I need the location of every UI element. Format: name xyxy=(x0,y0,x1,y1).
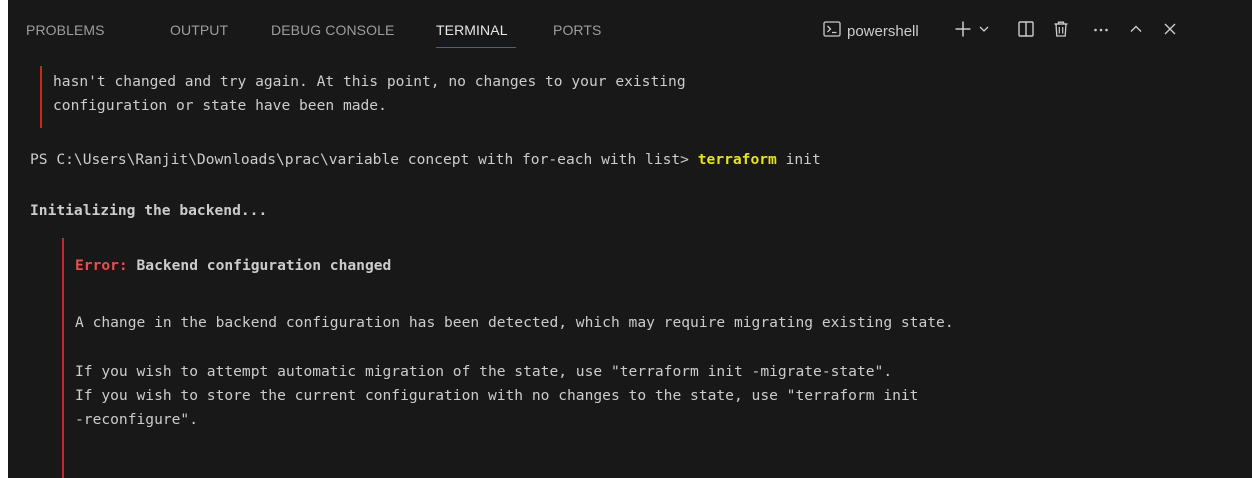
close-panel-button[interactable] xyxy=(1159,14,1181,48)
terminal-line: hasn't changed and try again. At this po… xyxy=(53,73,686,90)
new-terminal-button[interactable] xyxy=(952,14,974,48)
error-heading: Error: Backend configuration changed xyxy=(75,255,391,277)
tab-output[interactable]: OUTPUT xyxy=(170,22,228,38)
terminal-line: If you wish to attempt automatic migrati… xyxy=(75,363,893,380)
error-marker-bar xyxy=(40,66,42,128)
terminal-prompt: PS C:\Users\Ranjit\Downloads\prac\variab… xyxy=(30,151,698,168)
active-tab-indicator xyxy=(436,47,516,48)
ellipsis-icon xyxy=(1092,20,1110,43)
trash-icon xyxy=(1052,20,1070,43)
error-marker-bar xyxy=(62,238,64,478)
maximize-panel-button[interactable] xyxy=(1125,14,1147,48)
close-icon xyxy=(1162,21,1178,42)
terminal-prompt-line: PS C:\Users\Ranjit\Downloads\prac\variab… xyxy=(30,149,821,171)
tab-problems[interactable]: PROBLEMS xyxy=(26,22,105,38)
tab-debug-console[interactable]: DEBUG CONSOLE xyxy=(271,22,394,38)
more-actions-button[interactable] xyxy=(1090,14,1112,48)
launch-profile-button[interactable] xyxy=(976,14,992,48)
panel-tab-bar: PROBLEMS OUTPUT DEBUG CONSOLE TERMINAL P… xyxy=(8,0,1252,62)
terminal-line: If you wish to store the current configu… xyxy=(75,387,919,404)
shell-selector-button[interactable]: powershell xyxy=(823,14,963,48)
chevron-up-icon xyxy=(1128,21,1144,42)
terminal-panel: PROBLEMS OUTPUT DEBUG CONSOLE TERMINAL P… xyxy=(8,0,1252,478)
terminal-line: configuration or state have been made. xyxy=(53,97,387,114)
plus-icon xyxy=(954,20,972,43)
tab-ports[interactable]: PORTS xyxy=(553,22,601,38)
terminal-line: -reconfigure". xyxy=(75,411,199,428)
error-label: Error: xyxy=(75,257,128,274)
tab-terminal[interactable]: TERMINAL xyxy=(436,22,508,38)
split-terminal-button[interactable] xyxy=(1015,14,1037,48)
terminal-command-args: init xyxy=(776,151,821,168)
terminal-line: Initializing the backend... xyxy=(30,202,268,219)
chevron-down-icon xyxy=(978,22,990,40)
terminal-line: A change in the backend configuration ha… xyxy=(75,314,954,331)
terminal-output[interactable]: hasn't changed and try again. At this po… xyxy=(8,62,1252,478)
split-icon xyxy=(1017,20,1035,43)
kill-terminal-button[interactable] xyxy=(1050,14,1072,48)
terminal-icon xyxy=(823,20,841,43)
shell-name: powershell xyxy=(847,22,919,40)
error-title: Backend configuration changed xyxy=(127,257,392,274)
terminal-command: terraform xyxy=(697,151,777,168)
